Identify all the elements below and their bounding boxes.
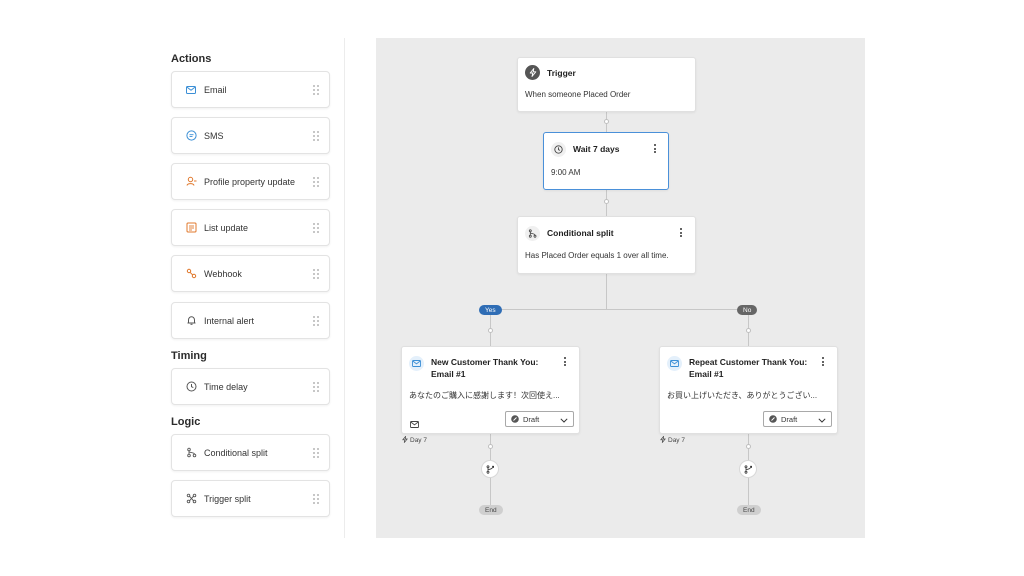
connector-dot[interactable] (488, 444, 493, 449)
clock-icon (551, 142, 566, 157)
list-icon (184, 221, 198, 235)
branch-icon (486, 464, 494, 474)
drag-handle-icon[interactable] (313, 130, 319, 141)
flow-canvas[interactable]: Trigger When someone Placed Order Wait 7… (376, 38, 865, 538)
connector-line (606, 274, 607, 310)
branch-line (490, 309, 748, 310)
add-split-button[interactable] (481, 460, 499, 478)
connector-dot[interactable] (604, 199, 609, 204)
wait-node[interactable]: Wait 7 days 9:00 AM (543, 132, 669, 190)
split-title: Conditional split (547, 228, 614, 238)
email-node-repeat-customer[interactable]: Repeat Customer Thank You: Email #1 お買い上… (659, 346, 838, 434)
drag-handle-icon[interactable] (313, 222, 319, 233)
email-preview: あなたのご購入に感謝します！次回使え... (409, 391, 560, 400)
email-title-line2: Email #1 (431, 369, 466, 379)
branch-icon (744, 464, 752, 474)
delay-day-label: Day 7 (660, 435, 685, 445)
status-value: Draft (523, 414, 540, 424)
sms-icon (184, 129, 198, 143)
action-profile-label: Profile property update (204, 176, 296, 187)
email-icon (409, 356, 424, 371)
drag-handle-icon[interactable] (313, 447, 319, 458)
webhook-icon (184, 267, 198, 281)
email-icon (184, 83, 198, 97)
section-title-logic: Logic (171, 416, 201, 428)
connector-dot[interactable] (488, 328, 493, 333)
email-preview: お買い上げいただき、ありがとうござい... (667, 391, 818, 400)
end-badge: End (737, 505, 761, 515)
split-icon (184, 446, 198, 460)
drag-handle-icon[interactable] (313, 268, 319, 279)
action-list-update[interactable]: List update (171, 209, 330, 246)
section-title-actions: Actions (171, 53, 212, 65)
status-value: Draft (781, 414, 798, 424)
day-text: Day 7 (410, 437, 427, 444)
clock-icon (184, 380, 198, 394)
chevron-down-icon (818, 410, 826, 428)
email-small-icon (410, 415, 419, 433)
drag-handle-icon[interactable] (313, 381, 319, 392)
delay-day-label: Day 7 (402, 435, 427, 445)
more-options-icon[interactable] (653, 144, 657, 153)
action-trigger-split-label: Trigger split (204, 493, 251, 504)
connector-dot[interactable] (604, 119, 609, 124)
email-title-line1: Repeat Customer Thank You: (689, 357, 808, 367)
drag-handle-icon[interactable] (313, 176, 319, 187)
email-node-new-customer[interactable]: New Customer Thank You: Email #1 あなたのご購入… (401, 346, 580, 434)
lightning-icon (660, 435, 666, 445)
action-internal-alert-label: Internal alert (204, 315, 255, 326)
trigger-description: When someone Placed Order (525, 90, 631, 99)
email-title-line2: Email #1 (689, 369, 724, 379)
add-split-button[interactable] (739, 460, 757, 478)
drag-handle-icon[interactable] (313, 84, 319, 95)
action-email-label: Email (204, 84, 227, 95)
branch-no-badge: No (737, 305, 758, 315)
sidebar-divider (344, 38, 345, 538)
wait-time: 9:00 AM (551, 168, 581, 177)
section-title-timing: Timing (171, 350, 207, 362)
more-options-icon[interactable] (563, 357, 567, 366)
lightning-icon (402, 435, 408, 445)
action-profile-property-update[interactable]: Profile property update (171, 163, 330, 200)
email-title-line1: New Customer Thank You: (431, 357, 539, 367)
drag-handle-icon[interactable] (313, 493, 319, 504)
connector-dot[interactable] (746, 328, 751, 333)
action-sms[interactable]: SMS (171, 117, 330, 154)
action-sms-label: SMS (204, 130, 224, 141)
action-conditional-split-label: Conditional split (204, 447, 268, 458)
split-icon (525, 226, 540, 241)
trigger-node[interactable]: Trigger When someone Placed Order (517, 57, 696, 112)
connector-dot[interactable] (746, 444, 751, 449)
trigger-split-icon (184, 492, 198, 506)
action-list-label: List update (204, 222, 249, 233)
action-webhook-label: Webhook (204, 268, 242, 279)
draft-status-icon (769, 410, 777, 428)
action-conditional-split[interactable]: Conditional split (171, 434, 330, 471)
end-badge: End (479, 505, 503, 515)
action-email[interactable]: Email (171, 71, 330, 108)
split-condition: Has Placed Order equals 1 over all time. (525, 251, 669, 260)
action-trigger-split[interactable]: Trigger split (171, 480, 330, 517)
action-time-delay[interactable]: Time delay (171, 368, 330, 405)
branch-yes-badge: Yes (479, 305, 502, 315)
lightning-icon (525, 65, 540, 80)
wait-title: Wait 7 days (573, 144, 620, 154)
status-dropdown[interactable]: Draft (505, 411, 574, 427)
trigger-title: Trigger (547, 68, 576, 78)
bell-icon (184, 314, 198, 328)
profile-icon (184, 175, 198, 189)
action-webhook[interactable]: Webhook (171, 255, 330, 292)
more-options-icon[interactable] (821, 357, 825, 366)
action-time-delay-label: Time delay (204, 381, 248, 392)
day-text: Day 7 (668, 437, 685, 444)
status-dropdown[interactable]: Draft (763, 411, 832, 427)
more-options-icon[interactable] (679, 228, 683, 237)
action-internal-alert[interactable]: Internal alert (171, 302, 330, 339)
chevron-down-icon (560, 410, 568, 428)
conditional-split-node[interactable]: Conditional split Has Placed Order equal… (517, 216, 696, 274)
draft-status-icon (511, 410, 519, 428)
email-icon (667, 356, 682, 371)
drag-handle-icon[interactable] (313, 315, 319, 326)
